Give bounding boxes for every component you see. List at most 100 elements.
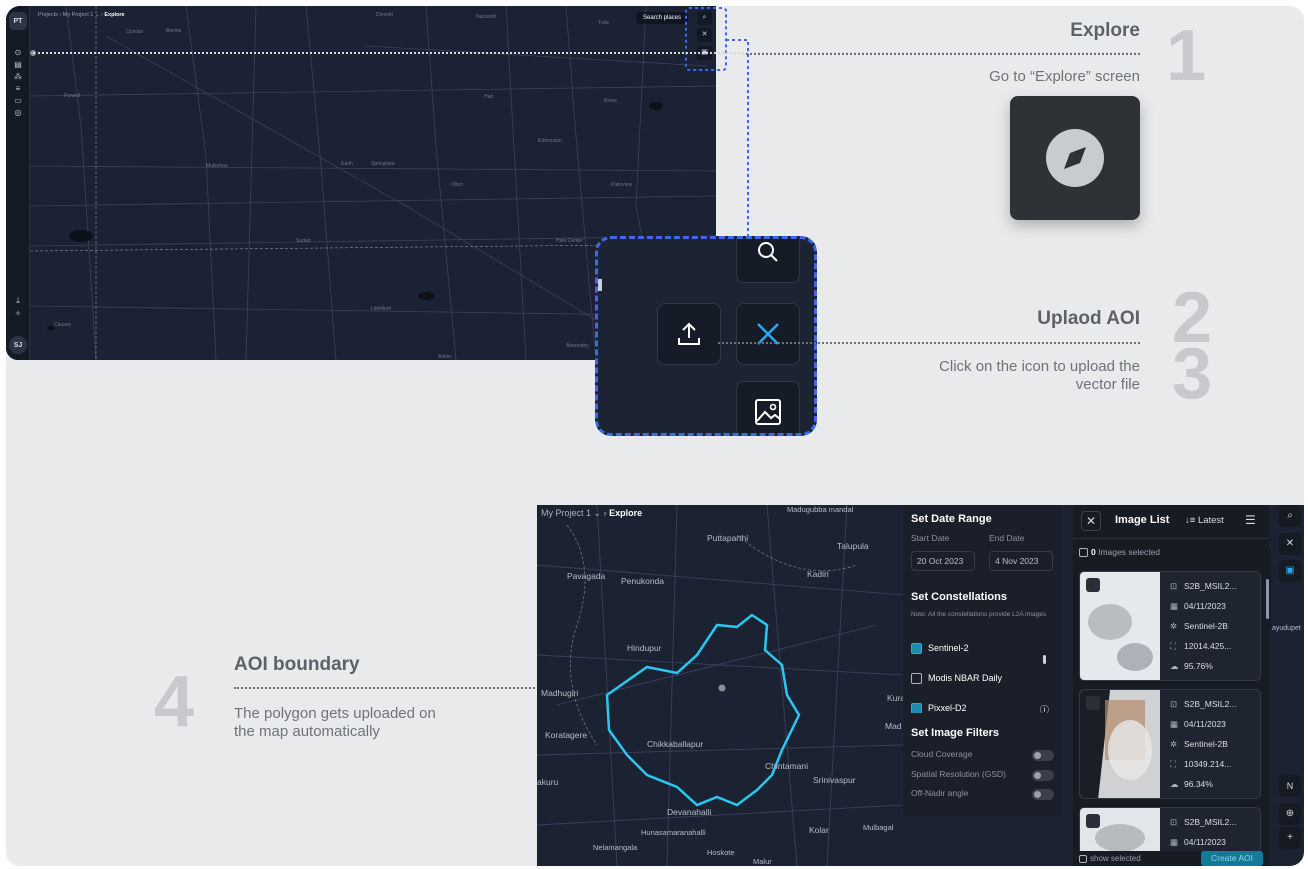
image-button[interactable]	[736, 381, 800, 433]
image-date: ▦ 04/11/2023	[1170, 601, 1226, 612]
image-area-value: 10349.214...	[1184, 759, 1232, 769]
image-satellite-value: Sentinel-2B	[1184, 621, 1228, 631]
start-date-field[interactable]: 20 Oct 2023	[911, 551, 975, 571]
aoi-map[interactable]: My Project 1 ⌄ › Explore Madugubba manda…	[537, 505, 1304, 866]
image-card[interactable]: ⊡ S2B_MSIL2... ▦ 04/11/2023 ✲ Sentinel-2B ⛶…	[1079, 689, 1261, 799]
image-list-scrollbar[interactable]	[1263, 549, 1271, 629]
map-place-label: Hoskote	[707, 848, 735, 857]
map-place-label: Nelamangala	[593, 843, 638, 852]
map-place-label: Pavagada	[567, 571, 606, 581]
end-date-value: 4 Nov 2023	[995, 556, 1039, 566]
step4-description-line: the map automatically	[234, 723, 380, 740]
step2-divider	[718, 342, 1140, 344]
image-card[interactable]: ⊡ S2B_MSIL2... ▦ 04/11/2023	[1079, 807, 1261, 857]
image-list-footer: show selected Create AOI	[1073, 851, 1269, 866]
image-icon[interactable]: ▣	[1279, 560, 1301, 582]
map-place-label: Chikkaballapur	[647, 739, 704, 749]
end-date-field[interactable]: 4 Nov 2023	[989, 551, 1053, 571]
map-place-label: Devanahalli	[667, 807, 712, 817]
image-cloud-value: 96.34%	[1184, 779, 1213, 789]
cloud-icon: ☁	[1170, 779, 1179, 789]
image-card[interactable]: ⊡ S2B_MSIL2... ▦ 04/11/2023 ✲ Sentinel-2B ⛶…	[1079, 571, 1261, 681]
gsd-toggle[interactable]	[1032, 770, 1054, 781]
image-date-value: 04/11/2023	[1184, 837, 1226, 847]
scroll-thumb[interactable]	[1043, 655, 1046, 664]
breadcrumb-project[interactable]: My Project 1	[541, 508, 591, 518]
show-selected-label: show selected	[1090, 854, 1141, 863]
calendar-icon: ▦	[1170, 719, 1179, 729]
image-date-value: 04/11/2023	[1184, 601, 1226, 611]
filter-label: Spatial Resolution (GSD)	[911, 769, 1006, 779]
zoom-in-icon[interactable]: +	[1279, 827, 1301, 849]
image-name-value: S2B_MSIL2...	[1184, 581, 1237, 591]
create-aoi-button[interactable]: Create AOI	[1201, 851, 1263, 866]
cloud-coverage-toggle[interactable]	[1032, 750, 1054, 761]
explore-icon-card	[1010, 96, 1140, 220]
info-icon[interactable]: ⓘ	[1040, 703, 1049, 713]
close-icon[interactable]: ✕	[1081, 511, 1101, 531]
show-selected-checkbox[interactable]	[1079, 854, 1087, 863]
satellite-icon: ✲	[1170, 621, 1178, 631]
show-selected-option[interactable]: show selected	[1079, 854, 1141, 863]
sort-dropdown[interactable]: ↓≡ Latest	[1185, 515, 1224, 526]
upload-toolbar-zoom	[595, 236, 817, 436]
off-nadir-toggle[interactable]	[1032, 789, 1054, 800]
step1-number: 1	[1166, 16, 1207, 96]
map-place-label: Mulbagal	[863, 823, 894, 832]
filter-label: Cloud Coverage	[911, 749, 973, 759]
selected-count: 0	[1091, 547, 1096, 557]
end-date-label: End Date	[989, 533, 1025, 543]
close-aoi-button[interactable]	[736, 303, 800, 365]
step2-title: Uplaod AOI	[1037, 308, 1140, 329]
image-satellite: ✲ Sentinel-2B	[1170, 621, 1228, 632]
step4-description-line: The polygon gets uploaded on	[234, 705, 436, 722]
panel-handle	[598, 279, 602, 291]
breadcrumb: My Project 1 ⌄ › Explore	[541, 508, 643, 518]
search-icon[interactable]: ⌕	[1279, 505, 1301, 527]
start-date-label: Start Date	[911, 533, 950, 543]
compass-icon	[1046, 129, 1104, 187]
checkbox-checked[interactable]	[911, 703, 922, 713]
map-place-label: Hindupur	[627, 643, 662, 653]
constellation-option[interactable]: Pixxel-D2 ⓘ	[911, 703, 1051, 713]
constellation-option[interactable]: Modis NBAR Daily	[911, 673, 1002, 685]
list-view-icon[interactable]: ☰	[1245, 513, 1256, 527]
step4-title: AOI boundary	[234, 654, 360, 675]
filters-panel: Set Date Range Start Date End Date 20 Oc…	[903, 505, 1062, 816]
image-id-icon: ⊡	[1170, 581, 1178, 591]
step3-description-line: Click on the icon to upload the	[939, 358, 1140, 375]
map-place-label: Mad	[885, 721, 902, 731]
image-name: ⊡ S2B_MSIL2...	[1170, 699, 1236, 710]
upload-icon	[678, 322, 700, 345]
search-button[interactable]	[736, 239, 800, 283]
image-filters-heading: Set Image Filters	[911, 727, 1000, 739]
step3-number: 3	[1172, 334, 1213, 414]
image-cloud: ☁ 95.76%	[1170, 661, 1213, 672]
step3-description: Click on the icon to upload the vector f…	[850, 358, 1140, 394]
image-area: ⛶ 12014.425...	[1170, 641, 1231, 652]
image-date: ▦ 04/11/2023	[1170, 837, 1226, 848]
step1-title: Explore	[1070, 20, 1140, 41]
image-icon	[755, 399, 781, 425]
locate-icon[interactable]: ⊕	[1279, 803, 1301, 825]
select-all-checkbox[interactable]	[1079, 548, 1088, 558]
constellation-name: Sentinel-2	[928, 643, 969, 653]
map-place-label: ayudupet	[1272, 625, 1301, 632]
start-date-value: 20 Oct 2023	[917, 556, 964, 566]
compass-north-button[interactable]: N	[1279, 775, 1301, 797]
checkbox-unchecked[interactable]	[911, 673, 922, 685]
constellations-note: Note: All the constellations provide L2A…	[911, 611, 1047, 618]
scroll-thumb[interactable]	[1265, 579, 1269, 619]
image-satellite: ✲ Sentinel-2B	[1170, 739, 1228, 750]
aoi-map-layers	[537, 505, 903, 866]
image-area: ⛶ 10349.214...	[1170, 759, 1231, 770]
checkbox-checked[interactable]	[911, 643, 922, 655]
step1-divider	[746, 53, 1140, 55]
satellite-thumbnail	[1080, 572, 1160, 680]
map-place-label: Puttaparthi	[707, 533, 749, 543]
constellation-option[interactable]: Sentinel-2	[911, 643, 969, 655]
filter-label: Off-Nadir angle	[911, 788, 969, 798]
close-icon[interactable]: ✕	[1279, 533, 1301, 555]
upload-aoi-button[interactable]	[657, 303, 721, 365]
map-place-label: Malur	[753, 857, 772, 866]
